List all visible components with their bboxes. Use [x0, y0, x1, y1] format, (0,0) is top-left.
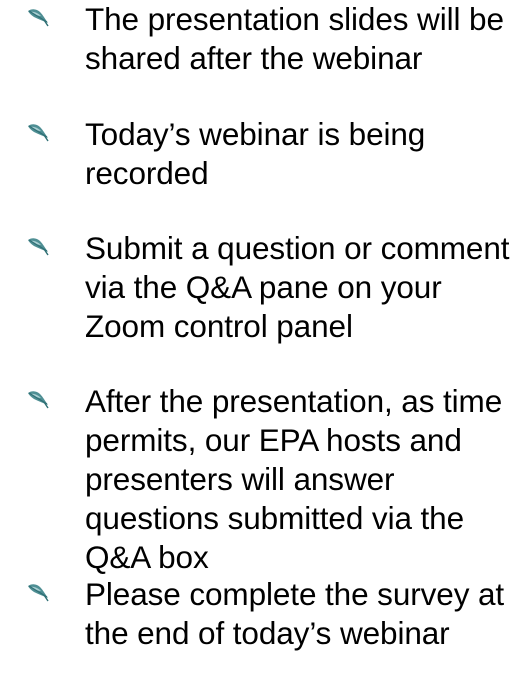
bullet-text: After the presentation, as time permits,…	[85, 383, 503, 575]
leaf-bullet-icon	[27, 582, 49, 602]
bullet-text: Please complete the survey at the end of…	[85, 576, 505, 651]
bullet-text: Submit a question or comment via the Q&A…	[85, 230, 510, 344]
bullet-text: The presentation slides will be shared a…	[85, 1, 504, 76]
leaf-bullet-icon	[27, 389, 49, 409]
slide-body: The presentation slides will be shared a…	[0, 0, 529, 673]
leaf-bullet-icon	[27, 236, 49, 256]
bullet-text: Today’s webinar is being recorded	[85, 116, 426, 191]
leaf-bullet-icon	[27, 7, 49, 27]
leaf-bullet-icon	[27, 122, 49, 142]
